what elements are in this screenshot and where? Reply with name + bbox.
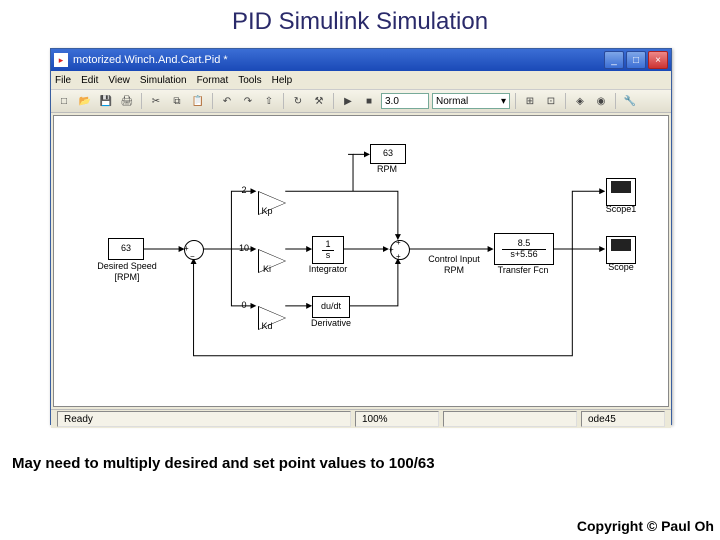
open-icon[interactable]: 📂 bbox=[76, 92, 94, 110]
label-derivative: Derivative bbox=[306, 318, 356, 328]
copyright: Copyright © Paul Oh bbox=[577, 518, 714, 534]
minimize-button[interactable]: _ bbox=[604, 51, 624, 69]
toolbar: □ 📂 💾 🖨 ✂ ⧉ 📋 ↶ ↷ ⇧ ↻ ⚒ ▶ ■ 3.0 Normal▾ … bbox=[51, 90, 671, 113]
print-icon[interactable]: 🖨 bbox=[118, 92, 136, 110]
menu-format[interactable]: Format bbox=[197, 75, 229, 86]
label-scope: Scope bbox=[604, 262, 638, 272]
library-icon[interactable]: 🔧 bbox=[621, 92, 639, 110]
label-integrator: Integrator bbox=[304, 264, 352, 274]
block-scope1[interactable] bbox=[606, 178, 636, 206]
menu-help[interactable]: Help bbox=[272, 75, 293, 86]
block-integrator[interactable]: 1 s bbox=[312, 236, 344, 264]
menu-file[interactable]: File bbox=[55, 75, 71, 86]
maximize-button[interactable]: □ bbox=[626, 51, 646, 69]
block-scope[interactable] bbox=[606, 236, 636, 264]
simulink-window: ▸ motorized.Winch.And.Cart.Pid * _ □ × F… bbox=[50, 48, 672, 425]
label-kd: Kd bbox=[254, 321, 280, 331]
block-sum-pid[interactable]: + + + bbox=[390, 240, 410, 260]
model-canvas[interactable]: 63 Desired Speed [RPM] + − 2 Kp 10 Ki 0 … bbox=[53, 115, 669, 407]
titlebar: ▸ motorized.Winch.And.Cart.Pid * _ □ × bbox=[51, 49, 671, 71]
block-derivative[interactable]: du/dt bbox=[312, 296, 350, 318]
label-scope1: Scope1 bbox=[602, 204, 640, 214]
refresh-icon[interactable]: ↻ bbox=[289, 92, 307, 110]
new-icon[interactable]: □ bbox=[55, 92, 73, 110]
play-icon[interactable]: ▶ bbox=[339, 92, 357, 110]
build-icon[interactable]: ⚒ bbox=[310, 92, 328, 110]
stop-time-input[interactable]: 3.0 bbox=[381, 93, 429, 109]
tool-icon-4[interactable]: ◉ bbox=[592, 92, 610, 110]
tool-icon-2[interactable]: ⊡ bbox=[542, 92, 560, 110]
up-icon[interactable]: ⇧ bbox=[260, 92, 278, 110]
menu-simulation[interactable]: Simulation bbox=[140, 75, 187, 86]
statusbar: Ready 100% ode45 bbox=[51, 409, 671, 428]
mode-select[interactable]: Normal▾ bbox=[432, 93, 510, 109]
label-kp: Kp bbox=[254, 206, 280, 216]
cut-icon[interactable]: ✂ bbox=[147, 92, 165, 110]
label-control-rpm: RPM bbox=[422, 265, 486, 275]
menu-edit[interactable]: Edit bbox=[81, 75, 98, 86]
save-icon[interactable]: 💾 bbox=[97, 92, 115, 110]
paste-icon[interactable]: 📋 bbox=[189, 92, 207, 110]
block-sum-error[interactable]: + − bbox=[184, 240, 204, 260]
label-rpm-display: RPM bbox=[370, 164, 404, 174]
undo-icon[interactable]: ↶ bbox=[218, 92, 236, 110]
status-blank bbox=[443, 411, 577, 427]
status-zoom: 100% bbox=[355, 411, 439, 427]
label-ki: Ki bbox=[254, 264, 280, 274]
menu-view[interactable]: View bbox=[108, 75, 130, 86]
tool-icon-1[interactable]: ⊞ bbox=[521, 92, 539, 110]
tool-icon-3[interactable]: ◈ bbox=[571, 92, 589, 110]
stop-icon[interactable]: ■ bbox=[360, 92, 378, 110]
label-desired-rpm: [RPM] bbox=[92, 272, 162, 282]
block-desired-speed[interactable]: 63 bbox=[108, 238, 144, 260]
block-rpm-display[interactable]: 63 bbox=[370, 144, 406, 164]
app-icon: ▸ bbox=[54, 53, 68, 67]
footer-note: May need to multiply desired and set poi… bbox=[12, 455, 435, 472]
menubar: File Edit View Simulation Format Tools H… bbox=[51, 71, 671, 90]
status-ready: Ready bbox=[57, 411, 351, 427]
label-control-input: Control Input bbox=[422, 254, 486, 264]
label-transfer-fcn: Transfer Fcn bbox=[492, 265, 554, 275]
slide-title: PID Simulink Simulation bbox=[0, 0, 720, 40]
menu-tools[interactable]: Tools bbox=[238, 75, 261, 86]
window-title: motorized.Winch.And.Cart.Pid * bbox=[73, 54, 604, 66]
label-desired-speed: Desired Speed bbox=[92, 261, 162, 271]
copy-icon[interactable]: ⧉ bbox=[168, 92, 186, 110]
block-transfer-fcn[interactable]: 8.5 s+5.56 bbox=[494, 233, 554, 265]
status-solver: ode45 bbox=[581, 411, 665, 427]
redo-icon[interactable]: ↷ bbox=[239, 92, 257, 110]
close-button[interactable]: × bbox=[648, 51, 668, 69]
